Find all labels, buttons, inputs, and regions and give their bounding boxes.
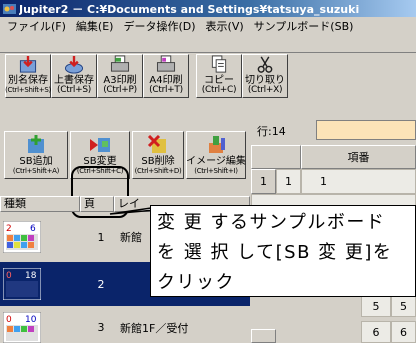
copy-shortcut: (Ctrl+C) <box>201 85 237 95</box>
callout-line-2: を 選 択 して[SB 変 更]を <box>157 242 393 263</box>
menu-bar: ファイル(F) 編集(E) データ操作(D) 表示(V) サンプルボード(SB) <box>0 17 416 35</box>
toolbar-main: 別名保存 (Ctrl+Shift+S) 上書保存 (Ctrl+S) A3印刷 (… <box>0 54 416 100</box>
image-edit-button[interactable]: イメージ編集 (Ctrl+Shift+I) <box>186 131 246 179</box>
page-number: 3 <box>97 321 105 334</box>
page-number: 1 <box>97 230 105 244</box>
column-kind[interactable]: 種類 <box>0 196 80 212</box>
svg-text:10: 10 <box>25 315 37 325</box>
callout-line-1: 変 更 するサンプルボード <box>157 212 386 233</box>
grid-row-header[interactable]: 1 <box>251 169 276 194</box>
page-number: 2 <box>97 277 105 291</box>
menu-view[interactable]: 表示(V) <box>201 18 249 34</box>
sb-delete-label: SB削除 <box>141 156 175 167</box>
list-item[interactable]: 0 10 3 新館1F／受付 <box>0 312 250 343</box>
column-page[interactable]: 頁 <box>80 196 114 212</box>
menu-file[interactable]: ファイル(F) <box>2 18 71 34</box>
grid-header-index[interactable]: 項番 <box>301 145 416 169</box>
svg-text:2: 2 <box>6 224 12 234</box>
cut-button[interactable]: 切り取り (Ctrl+X) <box>242 54 288 98</box>
print-a4-button[interactable]: A4印刷 (Ctrl+T) <box>143 54 189 98</box>
svg-text:0: 0 <box>6 271 12 281</box>
grid-row-header[interactable] <box>251 329 276 343</box>
cut-shortcut: (Ctrl+X) <box>247 85 283 95</box>
print-a3-shortcut: (Ctrl+P) <box>103 85 137 95</box>
board-thumbnail-icon: 2 6 <box>3 221 41 253</box>
title-bar: Jupiter2 － C:¥Documents and Settings¥tat… <box>0 0 416 17</box>
save-as-button[interactable]: 別名保存 (Ctrl+Shift+S) <box>5 54 51 98</box>
print-a4-shortcut: (Ctrl+T) <box>149 85 183 95</box>
callout-line-3: クリック <box>157 272 235 293</box>
cut-icon <box>257 56 273 73</box>
svg-text:0: 0 <box>6 315 12 325</box>
save-button[interactable]: 上書保存 (Ctrl+S) <box>51 54 97 98</box>
row-count-label: 行:14 <box>251 120 316 142</box>
menu-edit[interactable]: 編集(E) <box>71 18 119 34</box>
image-edit-icon <box>209 136 225 153</box>
print-a3-button[interactable]: A3印刷 (Ctrl+P) <box>97 54 143 98</box>
sb-delete-button[interactable]: SB削除 (Ctrl+Shift+D) <box>132 131 184 179</box>
sb-add-label: SB追加 <box>19 156 53 167</box>
grid-cell[interactable]: 6 <box>361 321 391 343</box>
image-edit-shortcut: (Ctrl+Shift+I) <box>194 167 238 175</box>
sb-add-button[interactable]: SB追加 (Ctrl+Shift+A) <box>4 131 68 179</box>
menu-sampleboard[interactable]: サンプルボード(SB) <box>249 18 359 34</box>
grid-corner <box>251 145 301 169</box>
instruction-callout: 変 更 するサンプルボード を 選 択 して[SB 変 更]を クリック <box>150 205 416 297</box>
grid-cell[interactable]: 5 <box>361 295 391 317</box>
print-a3-icon <box>110 55 130 72</box>
svg-text:6: 6 <box>30 224 36 234</box>
board-name: 新館1F／受付 <box>120 321 189 335</box>
app-icon <box>3 4 16 14</box>
save-shortcut: (Ctrl+S) <box>57 85 91 95</box>
toolbar-separator <box>0 52 416 53</box>
image-edit-label: イメージ編集 <box>186 156 246 167</box>
save-as-shortcut: (Ctrl+Shift+S) <box>5 86 51 94</box>
print-a4-icon <box>156 55 176 72</box>
grid-cell[interactable]: 1 <box>276 169 301 194</box>
save-icon <box>64 55 84 74</box>
grid-cell[interactable]: 6 <box>391 321 416 343</box>
sb-add-icon <box>28 135 44 153</box>
grid-cell[interactable]: 5 <box>391 295 416 317</box>
svg-text:18: 18 <box>25 271 37 281</box>
board-thumbnail-icon: 0 10 <box>3 312 41 343</box>
row-input[interactable] <box>316 120 416 140</box>
save-as-label: 別名保存 <box>8 75 48 86</box>
sb-delete-icon <box>147 135 166 153</box>
sb-change-icon <box>90 138 110 152</box>
sb-add-shortcut: (Ctrl+Shift+A) <box>12 167 60 175</box>
grid-cell[interactable]: 1 <box>301 169 416 194</box>
board-name: 新館 <box>120 231 142 244</box>
copy-button[interactable]: コピー (Ctrl+C) <box>196 54 242 98</box>
copy-icon <box>211 55 227 73</box>
window-title: Jupiter2 － C:¥Documents and Settings¥tat… <box>19 2 360 16</box>
sb-delete-shortcut: (Ctrl+Shift+D) <box>134 167 182 175</box>
board-thumbnail-icon: 0 18 <box>3 268 41 300</box>
menu-data[interactable]: データ操作(D) <box>118 18 200 34</box>
save-as-icon <box>19 55 37 73</box>
